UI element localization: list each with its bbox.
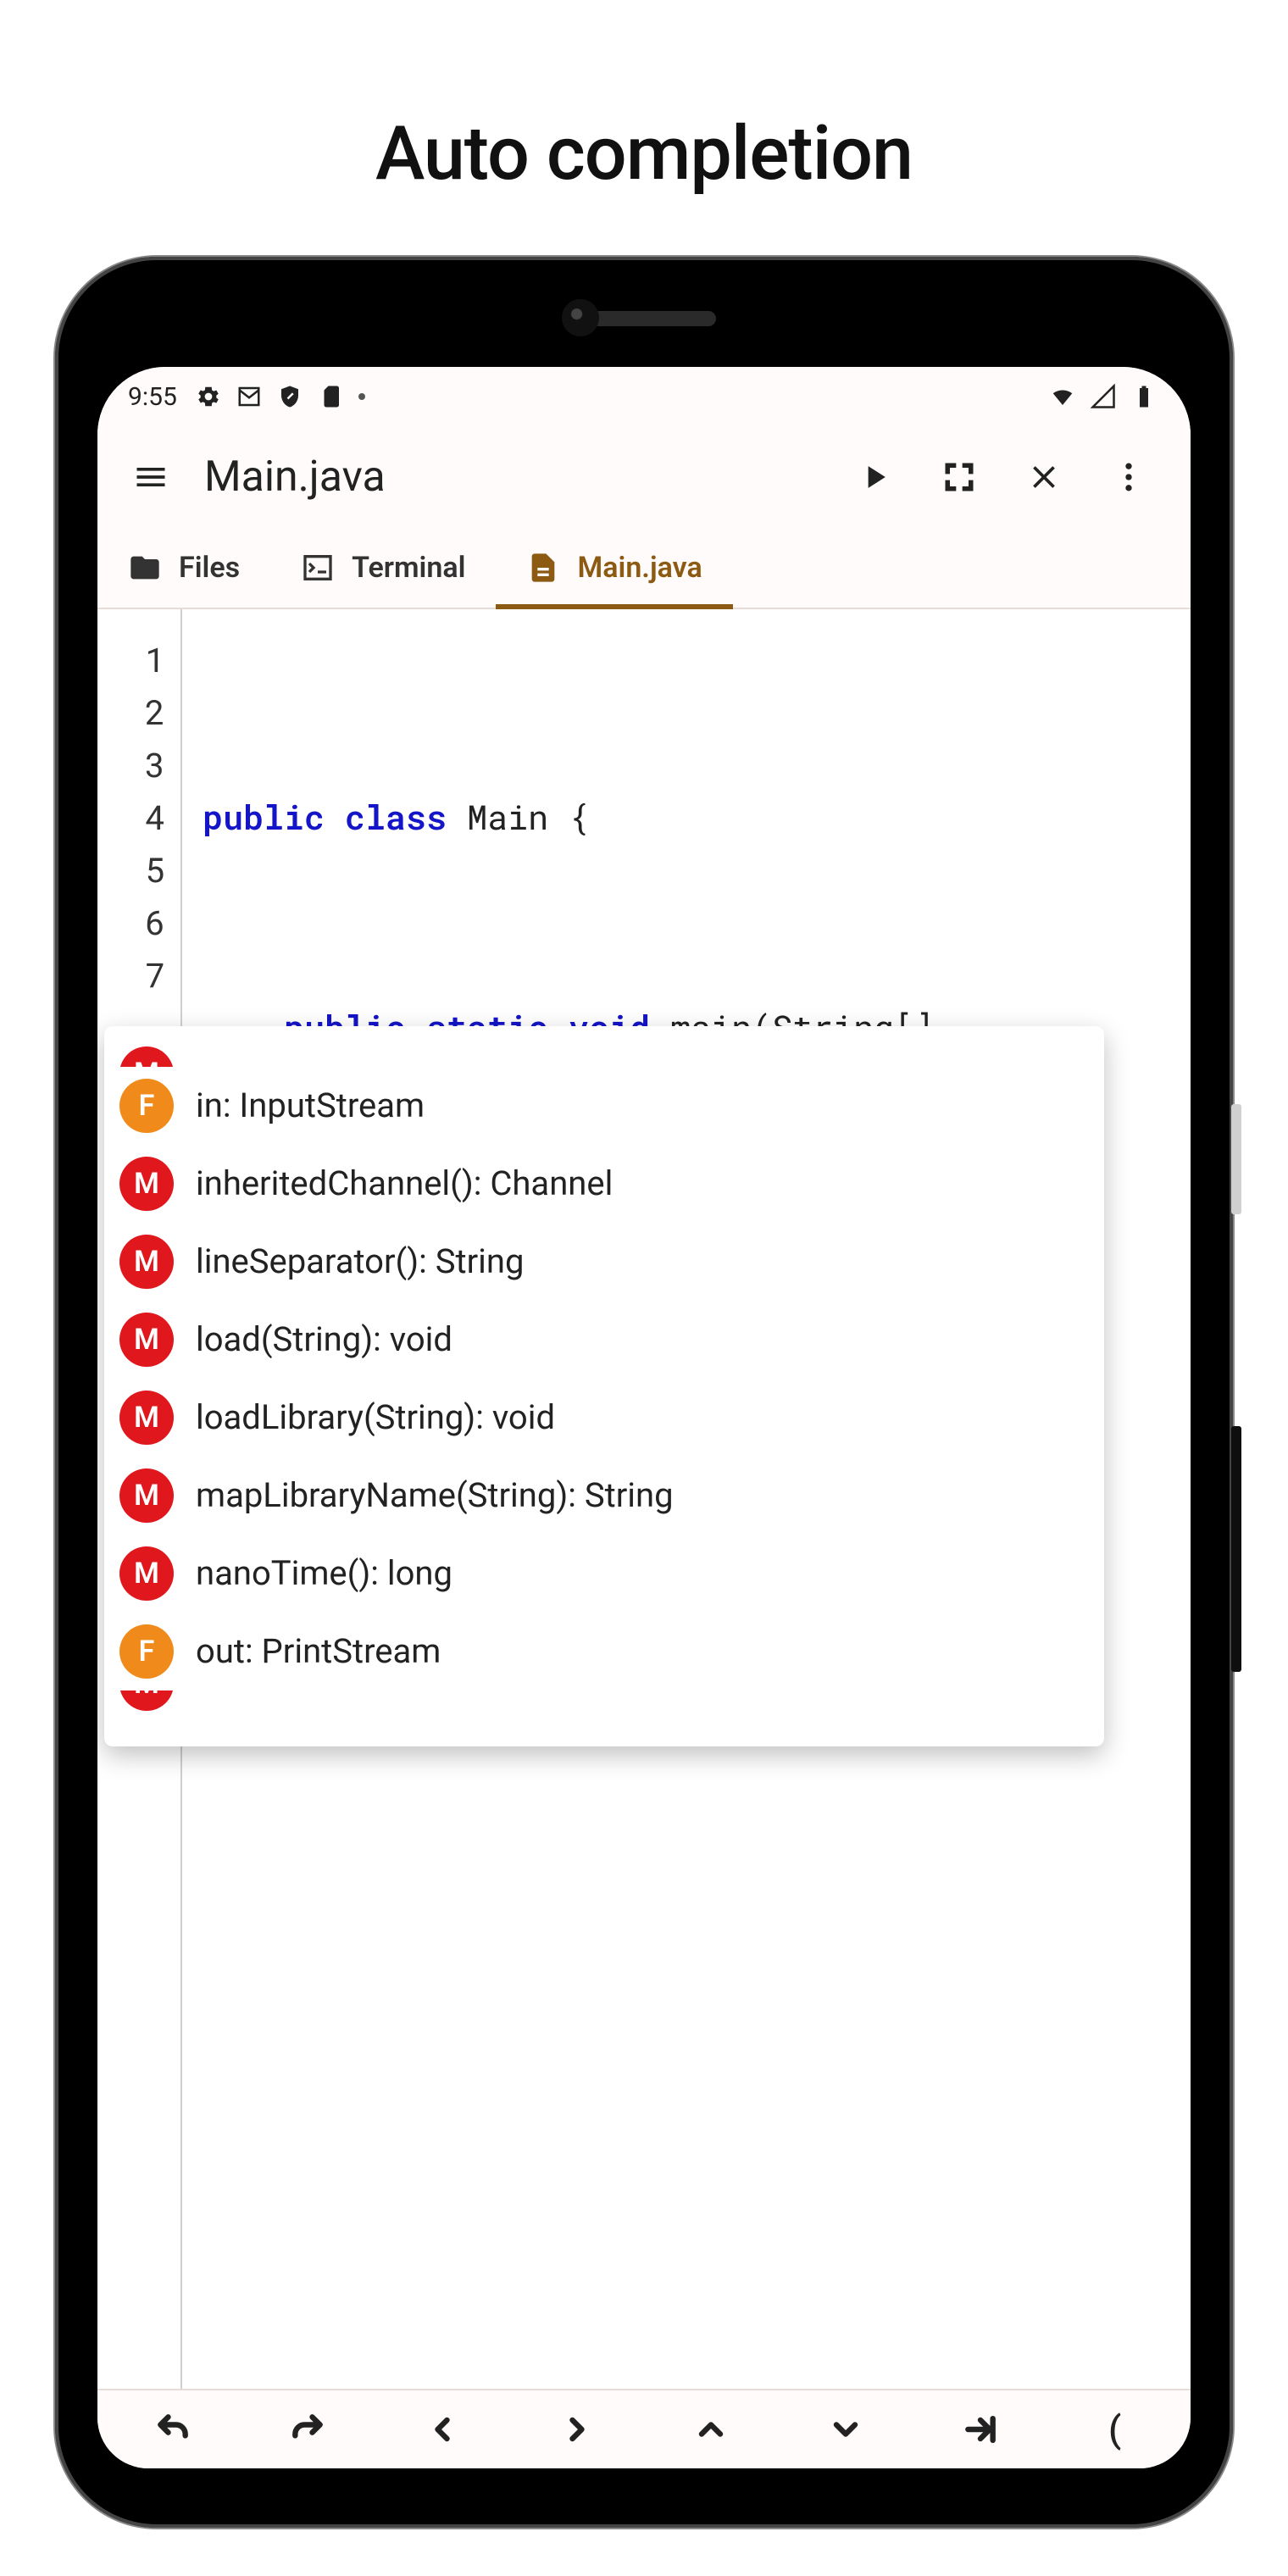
completion-item[interactable]: M nanoTime(): long [104,1535,1104,1613]
tab-terminal[interactable]: Terminal [270,528,496,608]
cursor-left-button[interactable] [413,2400,472,2459]
file-icon [526,551,560,585]
wifi-icon [1050,384,1075,409]
autocomplete-popup[interactable]: M F in: InputStream M inheritedChannel()… [104,1026,1104,1746]
close-button[interactable] [1006,439,1082,515]
mail-icon [236,384,262,409]
line-number: 7 [97,948,165,1001]
tab-label: Files [179,551,240,585]
line-number: 1 [97,633,165,686]
play-icon [856,458,893,496]
kind-badge-icon: M [119,1546,174,1601]
terminal-icon [301,551,335,585]
tab-key-button[interactable] [951,2400,1010,2459]
cell-signal-icon [1091,384,1116,409]
kind-badge-icon: M [119,1157,174,1211]
completion-item[interactable]: M loadLibrary(String): void [104,1379,1104,1457]
completion-label: lineSeparator(): String [196,1235,524,1288]
completion-item[interactable]: M [104,1033,1104,1067]
kind-badge-icon: M [119,1391,174,1445]
app-bar: Main.java [97,426,1191,528]
gear-icon [196,384,221,409]
kind-badge-icon: M [119,1313,174,1367]
tab-label: Terminal [352,551,465,585]
completion-label: load(String): void [196,1313,452,1366]
front-camera [562,299,599,336]
shield-icon [277,384,303,409]
completion-item[interactable]: M [104,1690,1104,1719]
tab-label: Main.java [577,551,702,585]
more-vert-icon [1110,458,1147,496]
completion-item[interactable]: F in: InputStream [104,1067,1104,1145]
kind-badge-icon: M [119,1235,174,1289]
kind-badge-icon: F [119,1624,174,1679]
battery-icon [1131,384,1157,409]
completion-label: inheritedChannel(): Channel [196,1158,613,1210]
fullscreen-button[interactable] [921,439,997,515]
phone-frame: 9:55 Main.java [55,257,1233,2528]
screen: 9:55 Main.java [97,367,1191,2468]
app-title: Main.java [204,452,828,502]
cursor-up-button[interactable] [681,2400,741,2459]
sd-card-icon [318,384,343,409]
editor-toolbar: ( [97,2389,1191,2468]
line-number: 4 [97,791,165,843]
overflow-button[interactable] [1091,439,1167,515]
redo-icon [289,2411,326,2448]
run-button[interactable] [836,439,913,515]
completion-label: out: PrintStream [196,1625,441,1678]
cursor-down-button[interactable] [816,2400,875,2459]
kind-badge-icon: F [119,1079,174,1133]
hamburger-icon [132,458,169,496]
power-button [1231,1426,1241,1672]
completion-label: loadLibrary(String): void [196,1391,555,1444]
folder-icon [128,551,162,585]
code-editor[interactable]: 1 2 3 4 5 6 7 public class Main { public… [97,609,1191,2389]
completion-label: in: InputStream [196,1080,425,1132]
completion-item[interactable]: F out: PrintStream [104,1613,1104,1690]
line-number: 2 [97,686,165,738]
chevron-left-icon [424,2411,461,2448]
status-dot-icon [358,393,365,400]
completion-item[interactable]: M inheritedChannel(): Channel [104,1145,1104,1223]
completion-label: nanoTime(): long [196,1547,452,1600]
kind-badge-icon: M [119,1046,174,1067]
status-time: 9:55 [128,382,177,412]
kind-badge-icon: M [119,1690,174,1711]
volume-button [1231,1104,1241,1214]
completion-item[interactable]: M lineSeparator(): String [104,1223,1104,1301]
completion-label: mapLibraryName(String): String [196,1469,674,1522]
status-bar: 9:55 [97,367,1191,426]
chevron-up-icon [692,2411,730,2448]
tab-bar: Files Terminal Main.java [97,528,1191,609]
insert-paren-button[interactable]: ( [1085,2400,1145,2459]
tab-editor[interactable]: Main.java [496,528,732,608]
menu-button[interactable] [113,439,189,515]
close-icon [1025,458,1063,496]
undo-icon [154,2411,192,2448]
page-heading: Auto completion [0,0,1288,197]
line-number: 3 [97,738,165,791]
tab-icon [962,2411,999,2448]
completion-item[interactable]: M load(String): void [104,1301,1104,1379]
kind-badge-icon: M [119,1468,174,1523]
fullscreen-icon [941,458,978,496]
line-number: 6 [97,896,165,948]
chevron-down-icon [827,2411,864,2448]
cursor-right-button[interactable] [547,2400,607,2459]
line-number: 5 [97,843,165,896]
redo-button[interactable] [278,2400,337,2459]
completion-item[interactable]: M mapLibraryName(String): String [104,1457,1104,1535]
undo-button[interactable] [143,2400,203,2459]
tab-files[interactable]: Files [97,528,270,608]
chevron-right-icon [558,2411,596,2448]
